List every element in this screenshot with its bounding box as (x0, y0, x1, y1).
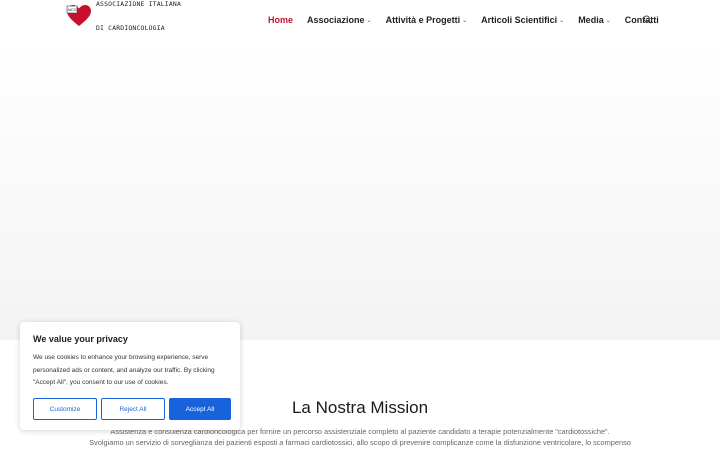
logo-line-1: ASSOCIAZIONE ITALIANA (96, 0, 181, 8)
nav-item-media[interactable]: Media ⌄ (578, 15, 611, 25)
chevron-down-icon: ⌄ (366, 17, 372, 24)
nav-label-articoli-scientifici: Articoli Scientifici (481, 15, 558, 25)
nav-label-attivita-progetti: Attività e Progetti (385, 15, 461, 25)
reject-all-button[interactable]: Reject All (101, 398, 165, 420)
chevron-down-icon: ⌄ (605, 17, 611, 24)
nav-label-media: Media (578, 15, 604, 25)
hero-banner (0, 40, 720, 340)
chevron-down-icon: ⌄ (462, 17, 468, 24)
accept-all-button[interactable]: Accept All (169, 398, 231, 420)
cookie-title: We value your privacy (33, 334, 128, 344)
nav-item-attivita-progetti[interactable]: Attività e Progetti ⌄ (386, 15, 468, 25)
mission-text-line-2: Svolgiamo un servizio di sorveglianza de… (89, 438, 631, 447)
nav-item-articoli-scientifici[interactable]: Articoli Scientifici ⌄ (481, 15, 564, 25)
site-header: AICO ASSOCIAZIONE ITALIANA DI CARDIONCOL… (0, 0, 720, 40)
nav-label-contatti: Contatti (624, 15, 659, 25)
cookie-buttons: Customize Reject All Accept All (33, 398, 231, 420)
nav-item-associazione[interactable]: Associazione ⌄ (307, 15, 372, 25)
nav-label-associazione: Associazione (307, 15, 365, 25)
main-nav: Home Associazione ⌄ Attività e Progetti … (268, 13, 673, 27)
site-logo[interactable]: AICO ASSOCIAZIONE ITALIANA DI CARDIONCOL… (66, 0, 181, 32)
cookie-description: We use cookies to enhance your browsing … (33, 354, 215, 386)
search-icon[interactable] (643, 15, 652, 24)
heart-logo-icon: AICO (66, 5, 91, 26)
nav-item-home[interactable]: Home (268, 15, 293, 25)
chevron-down-icon: ⌄ (559, 17, 565, 24)
nav-label-home: Home (268, 15, 294, 25)
logo-badge-text: AICO (68, 8, 77, 12)
nav-item-contatti[interactable]: Contatti (625, 15, 659, 25)
logo-line-2: DI CARDIONCOLOGIA (96, 24, 165, 32)
cookie-consent-banner: We value your privacy We use cookies to … (20, 322, 240, 430)
customize-button[interactable]: Customize (33, 398, 97, 420)
